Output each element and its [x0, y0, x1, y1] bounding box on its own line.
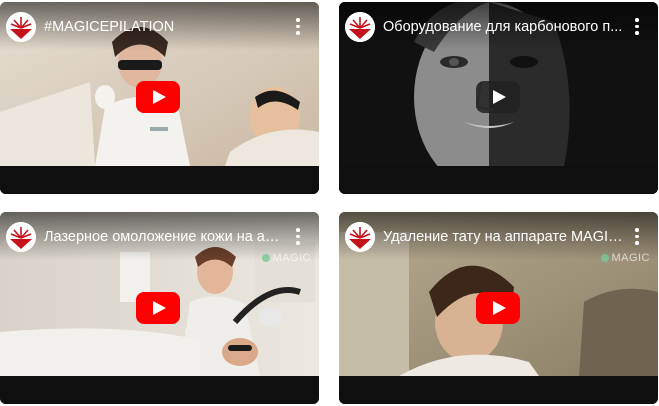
youtube-play-icon[interactable] [136, 292, 180, 324]
channel-watermark: MAGIC [262, 252, 311, 264]
youtube-play-icon[interactable] [476, 81, 520, 113]
more-vert-icon[interactable] [295, 18, 301, 38]
video-card-4[interactable]: MAGIC Удаление тату на аппарате MAGIC... [339, 212, 658, 404]
magic-logo-icon[interactable] [345, 222, 375, 252]
video-title[interactable]: Оборудование для карбонового п... [383, 17, 623, 37]
magic-logo-icon[interactable] [345, 12, 375, 42]
video-bottom-bar [339, 166, 658, 194]
video-card-2[interactable]: Оборудование для карбонового п... [339, 2, 658, 194]
video-bottom-bar [0, 166, 319, 194]
video-title[interactable]: #MAGICEPILATION [44, 17, 284, 37]
video-title[interactable]: Удаление тату на аппарате MAGIC... [383, 227, 623, 247]
youtube-play-icon[interactable] [136, 81, 180, 113]
more-vert-icon[interactable] [634, 228, 640, 248]
video-bottom-bar [0, 376, 319, 404]
channel-watermark: MAGIC [601, 252, 650, 264]
youtube-play-icon[interactable] [476, 292, 520, 324]
video-title[interactable]: Лазерное омоложение кожи на апп... [44, 227, 284, 247]
more-vert-icon[interactable] [295, 228, 301, 248]
magic-logo-icon[interactable] [6, 12, 36, 42]
video-card-3[interactable]: MAGIC Лазерное омоложение кожи на апп... [0, 212, 319, 404]
magic-logo-icon[interactable] [6, 222, 36, 252]
video-card-1[interactable]: #MAGICEPILATION [0, 2, 319, 194]
video-bottom-bar [339, 376, 658, 404]
more-vert-icon[interactable] [634, 18, 640, 38]
